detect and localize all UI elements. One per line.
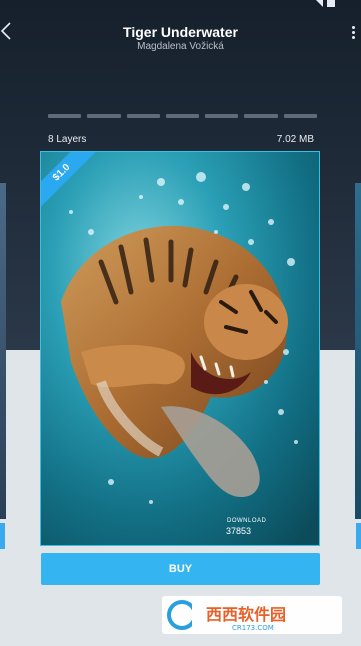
signal-icon — [316, 0, 323, 7]
wallpaper-preview-card[interactable]: $1.0 — [40, 151, 320, 546]
file-size: 7.02 MB — [276, 134, 314, 145]
battery-icon — [327, 0, 335, 7]
pager-dash[interactable] — [244, 114, 278, 118]
download-label: DOWNLOAD — [227, 518, 267, 524]
pager-dash[interactable] — [126, 114, 160, 118]
svg-text:西西软件园: 西西软件园 — [206, 605, 286, 624]
next-wallpaper-card[interactable] — [355, 183, 361, 519]
previous-buy-button[interactable] — [0, 523, 5, 549]
page-title: Tiger Underwater — [123, 24, 238, 40]
download-count: 37853 — [226, 526, 252, 536]
site-watermark-logo: 西西软件园 CR173.COM — [162, 596, 342, 634]
layers-count: 8 Layers — [48, 134, 87, 145]
buy-button[interactable]: BUY — [41, 553, 320, 585]
pager-dash[interactable] — [48, 114, 82, 118]
author-name: Magdalena Vožická — [137, 41, 224, 52]
svg-text:CR173.COM: CR173.COM — [232, 624, 274, 632]
layer-pager — [48, 114, 317, 118]
tiger-underwater-image — [41, 152, 319, 545]
next-buy-button[interactable] — [356, 523, 361, 549]
status-bar — [301, 0, 361, 10]
previous-wallpaper-card[interactable] — [0, 183, 6, 519]
pager-dash[interactable] — [205, 114, 239, 118]
pager-dash[interactable] — [87, 114, 121, 118]
pager-dash[interactable] — [165, 114, 200, 118]
pager-dash[interactable] — [283, 114, 317, 118]
